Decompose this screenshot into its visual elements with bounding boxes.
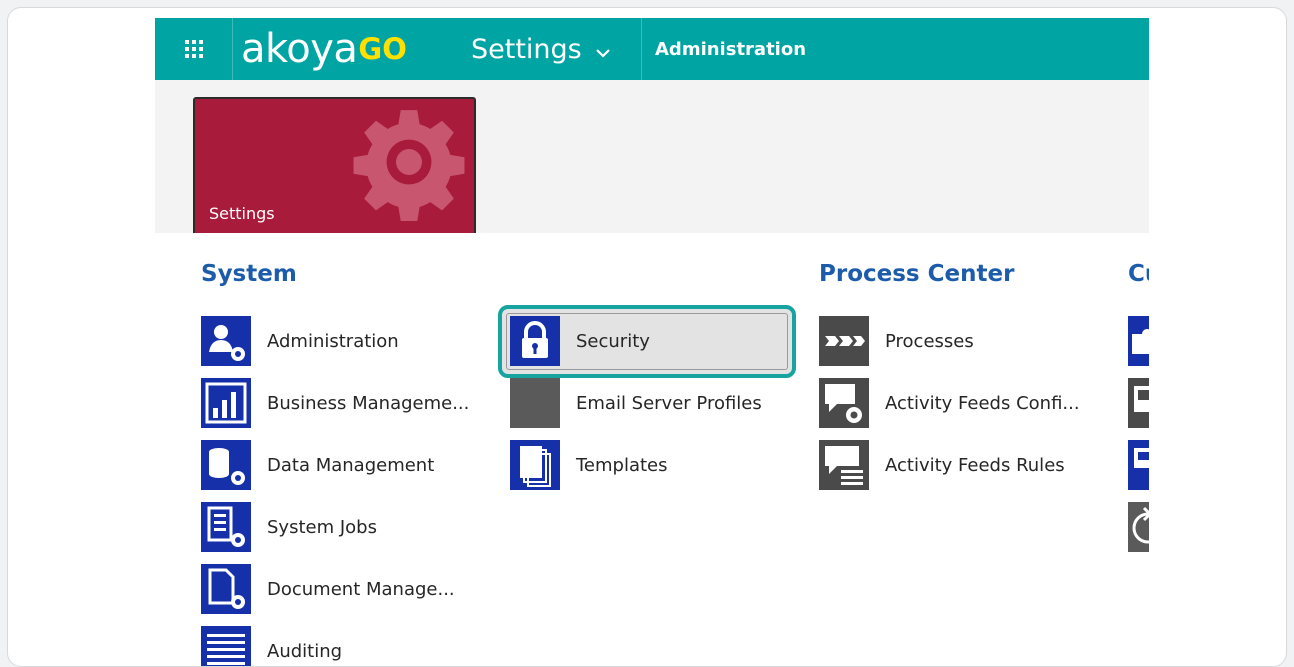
settings-item-system-jobs[interactable]: System Jobs: [201, 501, 377, 553]
app-launcher-button[interactable]: [155, 18, 233, 80]
settings-item-label: Auditing: [267, 640, 343, 662]
nav-divider: [641, 18, 642, 80]
email-server-icon: [510, 378, 560, 428]
settings-item-label: Business Manageme...: [267, 392, 470, 414]
document-management-icon: [201, 564, 251, 614]
settings-tile[interactable]: Settings: [193, 97, 476, 233]
window-icon: [1128, 440, 1149, 490]
tile-banner: Settings: [155, 80, 1149, 233]
top-nav-bar: akoya GO Settings Administration: [155, 18, 1149, 80]
settings-item-customization-3[interactable]: [1128, 439, 1149, 491]
settings-item-label: Activity Feeds Rules: [885, 454, 1065, 476]
settings-item-processes[interactable]: Processes: [819, 315, 974, 367]
app-window: akoya GO Settings Administration Setting…: [155, 18, 1149, 666]
group-title-system: System: [201, 261, 297, 287]
settings-item-templates[interactable]: Templates: [510, 439, 668, 491]
settings-item-business-management[interactable]: Business Manageme...: [201, 377, 469, 429]
group-title-process-center: Process Center: [819, 261, 1015, 287]
system-jobs-icon: [201, 502, 251, 552]
settings-item-document-management[interactable]: Document Manage...: [201, 563, 455, 615]
settings-content: System Process Center Cu Administration …: [155, 233, 1149, 666]
data-management-icon: [201, 440, 251, 490]
settings-item-activity-feeds-rules[interactable]: Activity Feeds Rules: [819, 439, 1065, 491]
settings-item-data-management[interactable]: Data Management: [201, 439, 434, 491]
settings-item-label: Email Server Profiles: [576, 392, 762, 414]
processes-icon: [819, 316, 869, 366]
settings-item-customization-1[interactable]: [1128, 315, 1149, 367]
group-title-customization: Cu: [1128, 261, 1149, 287]
puzzle-icon: [1128, 316, 1149, 366]
tile-label: Settings: [209, 204, 275, 223]
settings-item-label: Activity Feeds Confi...: [885, 392, 1080, 414]
settings-item-label: Data Management: [267, 454, 435, 476]
settings-item-security[interactable]: Security: [510, 315, 650, 367]
auditing-icon: [201, 626, 251, 666]
business-management-icon: [201, 378, 251, 428]
breadcrumb[interactable]: Administration: [655, 18, 806, 80]
settings-item-label: Document Manage...: [267, 578, 455, 600]
waffle-icon: [184, 40, 203, 58]
gear-icon: [353, 110, 465, 221]
templates-icon: [510, 440, 560, 490]
settings-item-label: System Jobs: [267, 516, 377, 538]
logo-go-text: GO: [358, 32, 407, 66]
settings-nav-label: Settings: [471, 33, 582, 65]
settings-item-customization-4[interactable]: [1128, 501, 1149, 553]
settings-item-auditing[interactable]: Auditing: [201, 625, 343, 666]
settings-item-label: Administration: [267, 330, 399, 352]
admin-icon: [201, 316, 251, 366]
settings-item-activity-feeds-config[interactable]: Activity Feeds Confi...: [819, 377, 1080, 429]
settings-item-email-server-profiles[interactable]: Email Server Profiles: [510, 377, 762, 429]
screenshot-frame: akoya GO Settings Administration Setting…: [7, 7, 1287, 667]
app-logo[interactable]: akoya GO: [241, 18, 407, 80]
chevron-down-icon: [595, 34, 610, 65]
settings-item-label: Templates: [576, 454, 668, 476]
lock-icon: [510, 316, 560, 366]
settings-item-label: Processes: [885, 330, 974, 352]
refresh-icon: [1128, 502, 1149, 552]
settings-item-label: Security: [576, 330, 650, 352]
activity-feeds-rules-icon: [819, 440, 869, 490]
form-icon: [1128, 378, 1149, 428]
settings-item-administration[interactable]: Administration: [201, 315, 399, 367]
settings-item-customization-2[interactable]: [1128, 377, 1149, 429]
settings-nav-menu[interactable]: Settings: [471, 18, 610, 80]
logo-text: akoya: [241, 26, 358, 72]
activity-feeds-config-icon: [819, 378, 869, 428]
